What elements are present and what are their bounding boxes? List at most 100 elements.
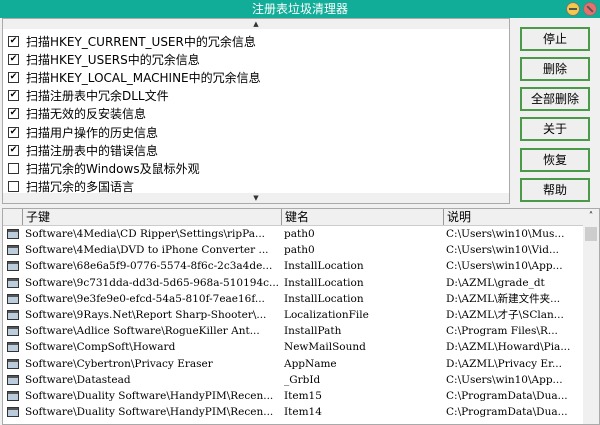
close-icon bbox=[586, 5, 594, 13]
table-row[interactable]: Software\Duality Software\HandyPIM\Recen… bbox=[3, 404, 599, 420]
key-name-cell: _GrbId bbox=[284, 373, 321, 386]
row-icon-cell bbox=[3, 404, 23, 420]
scan-option[interactable]: 扫描冗余的Windows及鼠标外观 bbox=[3, 159, 509, 177]
subkey-cell: Software\Datastead bbox=[25, 373, 131, 386]
delete-button[interactable]: 删除 bbox=[520, 57, 590, 81]
scan-option[interactable]: ✔ 扫描注册表中的错误信息 bbox=[3, 141, 509, 159]
row-icon-cell bbox=[3, 388, 23, 404]
row-icon-cell bbox=[3, 323, 23, 339]
header-icon-column[interactable] bbox=[3, 209, 23, 225]
minimize-icon bbox=[569, 8, 577, 10]
table-row[interactable]: Software\CompSoft\Howard NewMailSound D:\A… bbox=[3, 339, 599, 355]
checkbox[interactable]: ✔ bbox=[8, 90, 19, 102]
window-title: 注册表垃圾清理器 bbox=[251, 2, 348, 16]
subkey-cell: Software\Cybertron\Privacy Eraser bbox=[25, 357, 213, 370]
registry-entry-icon bbox=[7, 293, 19, 304]
subkey-cell: Software\Duality Software\HandyPIM\Recen… bbox=[25, 406, 274, 419]
vertical-scrollbar[interactable]: ˄ bbox=[583, 209, 599, 424]
description-cell: C:\ProgramData\Dua... bbox=[446, 406, 568, 419]
header-key-name[interactable]: 键名 bbox=[282, 209, 444, 225]
row-icon-cell bbox=[3, 226, 23, 242]
row-icon-cell bbox=[3, 242, 23, 258]
row-icon-cell bbox=[3, 372, 23, 388]
checkbox[interactable]: ✔ bbox=[8, 126, 19, 138]
scan-option[interactable]: ✔ 扫描HKEY_USERS中的冗余信息 bbox=[3, 50, 509, 68]
row-icon-cell bbox=[3, 307, 23, 323]
row-icon-cell bbox=[3, 339, 23, 355]
checkbox[interactable]: ✔ bbox=[8, 53, 19, 65]
header-description[interactable]: 说明 bbox=[444, 209, 584, 225]
option-label: 扫描注册表中冗余DLL文件 bbox=[26, 89, 169, 104]
scan-option[interactable]: ✔ 扫描注册表中冗余DLL文件 bbox=[3, 87, 509, 105]
table-row[interactable]: Software\4Media\CD Ripper\Settings\ripPa… bbox=[3, 226, 599, 242]
header-subkey[interactable]: 子键 bbox=[23, 209, 282, 225]
description-cell: C:\Program Files\R... bbox=[446, 325, 558, 338]
checkbox[interactable]: ✔ bbox=[8, 144, 19, 156]
checkbox[interactable]: ✔ bbox=[8, 71, 19, 83]
minimize-button[interactable] bbox=[566, 2, 580, 16]
scroll-down-arrow-icon[interactable]: ▼ bbox=[3, 193, 509, 203]
description-cell: C:\Users\win10\App... bbox=[446, 373, 563, 386]
table-row[interactable]: Software\9c731dda-dd3d-5d65-968a-510194c… bbox=[3, 275, 599, 291]
table-row[interactable]: Software\9Rays.Net\Report Sharp-Shooter\… bbox=[3, 307, 599, 323]
description-cell: C:\Users\win10\Mus... bbox=[446, 228, 565, 240]
table-row[interactable]: Software\Duality Software\HandyPIM\Recen… bbox=[3, 388, 599, 404]
table-row[interactable]: Software\4Media\DVD to iPhone Converter … bbox=[3, 242, 599, 258]
table-row[interactable]: Software\68e6a5f9-0776-5574-8f6c-2c3a4de… bbox=[3, 258, 599, 274]
scan-option[interactable]: ✔ 扫描用户操作的历史信息 bbox=[3, 123, 509, 141]
key-name-cell: path0 bbox=[284, 244, 315, 257]
description-cell: D:\AZML\Privacy Er... bbox=[446, 357, 562, 370]
table-row[interactable]: Software\Adlice Software\RogueKiller Ant… bbox=[3, 323, 599, 339]
description-cell: D:\AZML\Howard\Pia... bbox=[446, 341, 571, 354]
registry-entry-icon bbox=[7, 229, 19, 239]
description-cell: C:\Users\win10\Vid... bbox=[446, 244, 560, 257]
table-row[interactable]: Software\Datastead _GrbId C:\Users\win10\A… bbox=[3, 372, 599, 388]
about-button[interactable]: 关于 bbox=[520, 117, 590, 141]
subkey-cell: Software\Adlice Software\RogueKiller Ant… bbox=[25, 325, 260, 338]
scroll-up-arrow-icon[interactable]: ▲ bbox=[3, 19, 509, 29]
table-row[interactable]: Software\Cybertron\Privacy Eraser AppName… bbox=[3, 356, 599, 372]
scan-option[interactable]: ✔ 扫描HKEY_CURRENT_USER中的冗余信息 bbox=[3, 32, 509, 50]
stop-button[interactable]: 停止 bbox=[520, 27, 590, 51]
subkey-cell: Software\4Media\DVD to iPhone Converter … bbox=[25, 244, 269, 257]
option-label: 扫描无效的反安装信息 bbox=[26, 107, 147, 122]
scan-option[interactable]: ✔ 扫描HKEY_LOCAL_MACHINE中的冗余信息 bbox=[3, 68, 509, 86]
key-name-cell: InstallLocation bbox=[284, 260, 364, 273]
close-button[interactable] bbox=[583, 2, 597, 16]
checkbox[interactable] bbox=[8, 162, 19, 174]
description-cell: C:\Users\win10\App... bbox=[446, 260, 563, 273]
table-header: 子键 键名 说明 bbox=[3, 209, 599, 226]
table-row[interactable]: Software\9e3fe9e0-efcd-54a5-810f-7eae16f… bbox=[3, 291, 599, 307]
key-name-cell: InstallPath bbox=[284, 325, 342, 338]
option-label: 扫描用户操作的历史信息 bbox=[26, 125, 159, 140]
registry-entry-icon bbox=[7, 309, 19, 320]
row-icon-cell bbox=[3, 291, 23, 307]
subkey-cell: Software\68e6a5f9-0776-5574-8f6c-2c3a4de… bbox=[25, 260, 273, 273]
key-name-cell: AppName bbox=[284, 357, 337, 370]
checkbox[interactable]: ✔ bbox=[8, 35, 19, 47]
key-name-cell: path0 bbox=[284, 228, 315, 240]
checkbox[interactable] bbox=[8, 181, 19, 193]
title-bar: 注册表垃圾清理器 bbox=[0, 0, 600, 18]
registry-entry-icon bbox=[7, 342, 19, 353]
subkey-cell: Software\9Rays.Net\Report Sharp-Shooter\… bbox=[25, 308, 267, 321]
key-name-cell: NewMailSound bbox=[284, 341, 366, 354]
option-label: 扫描HKEY_USERS中的冗余信息 bbox=[26, 52, 200, 67]
help-button[interactable]: 帮助 bbox=[520, 178, 590, 202]
option-label: 扫描HKEY_CURRENT_USER中的冗余信息 bbox=[26, 34, 256, 49]
results-table: 子键 键名 说明 Software\4Media\CD Ripper\Setti… bbox=[2, 208, 600, 425]
description-cell: D:\AZML\grade_dt bbox=[446, 276, 545, 289]
delete-all-button[interactable]: 全部删除 bbox=[520, 87, 590, 111]
registry-entry-icon bbox=[7, 374, 19, 385]
checkbox[interactable]: ✔ bbox=[8, 108, 19, 120]
scrollbar-thumb[interactable] bbox=[585, 227, 597, 241]
scan-option[interactable]: ✔ 扫描无效的反安装信息 bbox=[3, 105, 509, 123]
option-label: 扫描HKEY_LOCAL_MACHINE中的冗余信息 bbox=[26, 70, 261, 85]
registry-entry-icon bbox=[7, 407, 19, 418]
restore-button[interactable]: 恢复 bbox=[520, 148, 590, 172]
subkey-cell: Software\9e3fe9e0-efcd-54a5-810f-7eae16f… bbox=[25, 292, 265, 305]
scroll-up-icon[interactable]: ˄ bbox=[583, 209, 599, 225]
registry-entry-icon bbox=[7, 261, 19, 272]
registry-entry-icon bbox=[7, 326, 19, 337]
registry-entry-icon bbox=[7, 277, 19, 288]
